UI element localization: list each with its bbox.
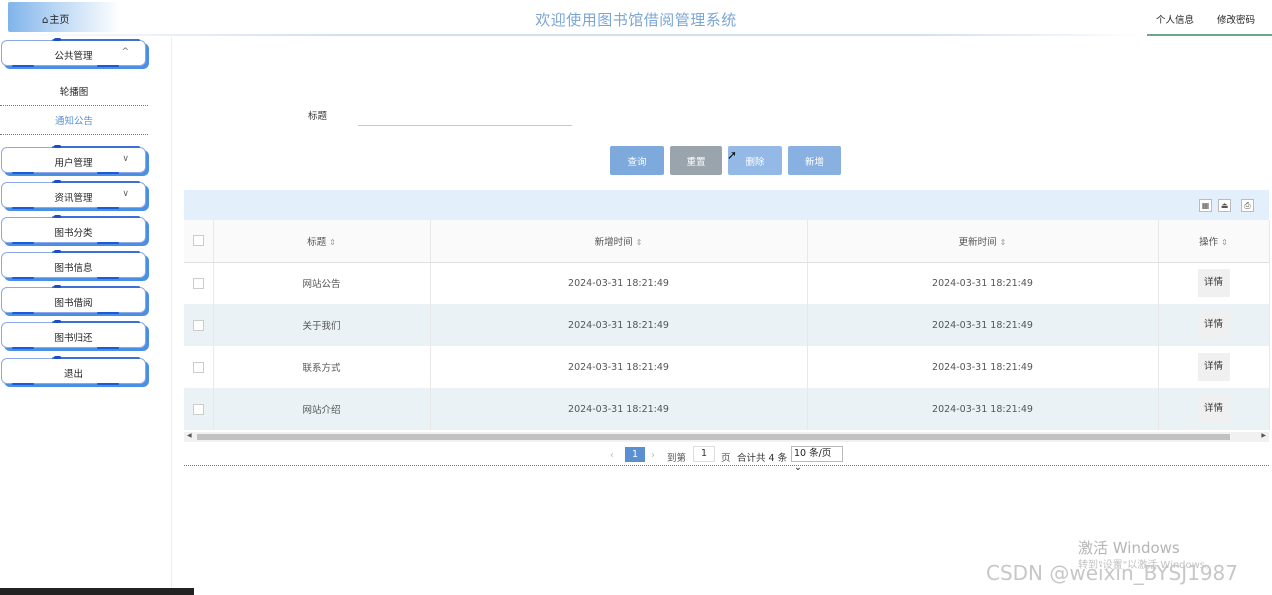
header-divider [0, 34, 1147, 36]
data-table: 标题 ⇕ 新增时间 ⇕ 更新时间 ⇕ 操作 ⇕ 网站公告 2024-03-31 18:2… [184, 220, 1270, 430]
cell-created: 2024-03-31 18:21:49 [430, 262, 808, 304]
status-bar-url [0, 588, 194, 595]
sidebar-item-users[interactable]: 用户管理 ∨ [1, 145, 146, 174]
cell-updated: 2024-03-31 18:21:49 [807, 304, 1159, 346]
cell-updated: 2024-03-31 18:21:49 [807, 262, 1159, 304]
sidebar-item-news[interactable]: 资讯管理 ∨ [1, 180, 146, 209]
reset-button[interactable]: 重置 [670, 146, 722, 175]
goto-label: 到第 [667, 453, 687, 464]
sidebar-subitem-label: 通知公告 [54, 116, 93, 127]
sidebar-subitem-label: 轮播图 [59, 87, 89, 98]
title-field-label: 标题 [308, 111, 328, 122]
cell-created: 2024-03-31 18:21:49 [430, 388, 808, 430]
cell-updated: 2024-03-31 18:21:49 [807, 346, 1159, 388]
chevron-up-icon: ^ [121, 47, 129, 57]
sidebar-item-label: 图书分类 [54, 228, 93, 239]
detail-button[interactable]: 详情 [1197, 269, 1230, 298]
sidebar-item-book-return[interactable]: 图书归还 [1, 320, 146, 349]
scrollbar-thumb[interactable] [197, 434, 1230, 440]
select-all-cell [184, 220, 214, 263]
table-row: 网站公告 2024-03-31 18:21:49 2024-03-31 18:2… [184, 262, 1270, 304]
detail-button[interactable]: 详情 [1197, 311, 1230, 339]
profile-link[interactable]: 个人信息 [1156, 12, 1194, 26]
page-size-select[interactable]: 10 条/页 ⌄ [791, 446, 843, 473]
mouse-cursor-icon: ➚ [727, 148, 738, 162]
column-header-title[interactable]: 标题 ⇕ [213, 220, 431, 263]
table-toolbar: ▦ ⏏ ⎙ [184, 190, 1269, 220]
cell-updated: 2024-03-31 18:21:49 [807, 388, 1159, 430]
next-page-icon[interactable]: › [651, 450, 655, 461]
top-bar: ⌂主页 欢迎使用图书馆借阅管理系统 个人信息 修改密码 [0, 0, 1272, 36]
windows-activation-text: 激活 Windows [1078, 539, 1180, 557]
sidebar-item-public[interactable]: 公共管理 ^ [1, 38, 146, 67]
cell-created: 2024-03-31 18:21:49 [430, 346, 808, 388]
row-checkbox[interactable] [192, 319, 204, 331]
current-page-button[interactable]: 1 [625, 447, 645, 462]
top-right-menu: 个人信息 修改密码 [1144, 0, 1272, 36]
columns-icon[interactable]: ▦ [1199, 199, 1212, 212]
chevron-down-icon: ⌄ [794, 462, 802, 473]
cell-title: 网站公告 [213, 262, 431, 304]
sidebar-subitem-notice[interactable]: 通知公告 [0, 105, 148, 135]
scroll-right-icon[interactable]: ▶ [1261, 432, 1266, 439]
sort-icon[interactable]: ⇕ [329, 238, 336, 247]
pagination: ‹ 1 › 到第 1 页 合计共 4 条 10 条/页 ⌄ [184, 442, 1269, 473]
cell-title: 联系方式 [213, 346, 431, 388]
table-header-row: 标题 ⇕ 新增时间 ⇕ 更新时间 ⇕ 操作 ⇕ [184, 220, 1270, 263]
chevron-down-icon: ∨ [122, 189, 129, 199]
sidebar-item-label: 图书归还 [54, 333, 93, 344]
sidebar-item-label: 退出 [63, 369, 83, 380]
main-content: 标题 查询 重置 删除 新增 ➚ ▦ ⏏ ⎙ 标题 ⇕ 新增时间 ⇕ 更新时间 ⇕ 操… [172, 64, 1272, 595]
cell-created: 2024-03-31 18:21:49 [430, 304, 808, 346]
csdn-watermark: CSDN @weixin_BYSJ1987 [986, 561, 1239, 585]
cell-title: 关于我们 [213, 304, 431, 346]
data-table-panel: ▦ ⏏ ⎙ 标题 ⇕ 新增时间 ⇕ 更新时间 ⇕ 操作 ⇕ 网站公告 2024-… [184, 190, 1270, 473]
sidebar-item-label: 图书借阅 [54, 298, 93, 309]
prev-page-icon[interactable]: ‹ [610, 450, 614, 461]
sidebar-item-book-info[interactable]: 图书信息 [1, 250, 146, 279]
cell-title: 网站介绍 [213, 388, 431, 430]
detail-button[interactable]: 详情 [1197, 395, 1230, 423]
sort-icon[interactable]: ⇕ [636, 238, 643, 247]
sidebar: 公共管理 ^ 轮播图 通知公告 用户管理 ∨ 资讯管理 ∨ 图书分类 图书信息 … [0, 37, 172, 595]
column-header-created[interactable]: 新增时间 ⇕ [430, 220, 808, 263]
horizontal-scrollbar[interactable]: ◀ ▶ [184, 432, 1269, 442]
total-count: 合计共 4 条 [737, 453, 788, 464]
row-checkbox[interactable] [192, 361, 204, 373]
sidebar-subitem-carousel[interactable]: 轮播图 [0, 76, 148, 106]
export-icon[interactable]: ⏏ [1218, 199, 1231, 212]
table-row: 网站介绍 2024-03-31 18:21:49 2024-03-31 18:2… [184, 388, 1270, 430]
row-checkbox[interactable] [192, 403, 204, 415]
title-search-input[interactable] [358, 114, 572, 126]
scroll-left-icon[interactable]: ◀ [187, 432, 192, 439]
goto-page-input[interactable]: 1 [693, 446, 715, 462]
table-row: 关于我们 2024-03-31 18:21:49 2024-03-31 18:2… [184, 304, 1270, 346]
search-button[interactable]: 查询 [610, 146, 664, 175]
sidebar-item-logout[interactable]: 退出 [1, 356, 146, 385]
sort-icon[interactable]: ⇕ [1221, 238, 1228, 247]
column-header-updated[interactable]: 更新时间 ⇕ [807, 220, 1159, 263]
detail-button[interactable]: 详情 [1197, 353, 1230, 381]
print-icon[interactable]: ⎙ [1241, 199, 1254, 212]
row-checkbox[interactable] [192, 277, 204, 289]
sidebar-item-label: 图书信息 [54, 263, 93, 274]
page-suffix-label: 页 [721, 453, 731, 464]
column-header-action[interactable]: 操作 ⇕ [1158, 220, 1270, 263]
chevron-down-icon: ∨ [122, 154, 129, 164]
table-row: 联系方式 2024-03-31 18:21:49 2024-03-31 18:2… [184, 346, 1270, 388]
sidebar-item-book-category[interactable]: 图书分类 [1, 215, 146, 244]
select-all-checkbox[interactable] [192, 235, 204, 247]
app-title: 欢迎使用图书馆借阅管理系统 [535, 11, 737, 29]
add-button[interactable]: 新增 [788, 146, 841, 175]
sort-icon[interactable]: ⇕ [1000, 238, 1007, 247]
change-password-link[interactable]: 修改密码 [1217, 12, 1255, 26]
sidebar-item-book-borrow[interactable]: 图书借阅 [1, 285, 146, 314]
